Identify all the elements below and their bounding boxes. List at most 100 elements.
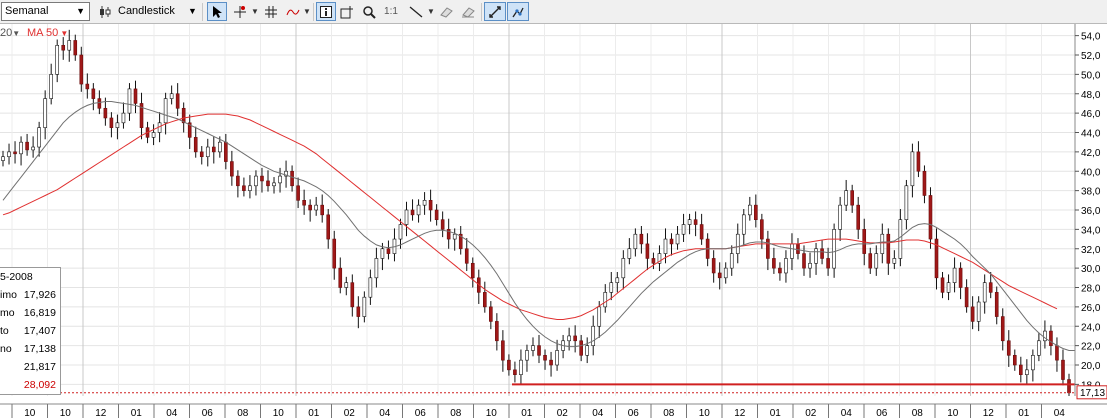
add-chart-icon[interactable] (338, 2, 356, 21)
chevron-down-icon[interactable]: ▼ (250, 2, 260, 21)
candle-body (868, 253, 873, 269)
ma50-legend[interactable]: MA 50 ▼ (27, 27, 68, 39)
candle-body (615, 277, 620, 283)
candle-body (850, 190, 854, 206)
candle-body (525, 350, 529, 361)
candle-body (175, 93, 180, 109)
eraser-icon[interactable] (437, 2, 455, 21)
line-draw-icon[interactable] (406, 2, 426, 21)
candle-body (43, 98, 47, 128)
candle-body (627, 248, 632, 259)
chevron-down-icon: ▼ (58, 29, 69, 38)
candle-body (302, 200, 306, 206)
chart-type-select[interactable]: Candlestick ▼ (118, 2, 200, 21)
candle-body (1012, 355, 1017, 366)
candle-body (633, 233, 638, 250)
chart-type-label: Candlestick (118, 5, 175, 17)
candle-body (603, 292, 608, 308)
x-tick-label: 08 (912, 408, 924, 418)
candle-body (772, 258, 776, 269)
ohlc-info-panel: 5-2008 imo 17,926 mo 16,819 to 17,407 no… (0, 267, 61, 395)
grid-icon[interactable] (262, 2, 280, 21)
x-tick-label: 02 (557, 408, 569, 418)
x-tick-label: 08 (663, 408, 675, 418)
info-icon[interactable] (316, 2, 336, 21)
candle-body (796, 243, 800, 254)
ma20-legend[interactable]: 20▼ (0, 27, 20, 39)
candle-body (988, 282, 993, 293)
candle-body (31, 146, 35, 151)
info-row: to 17,407 (0, 323, 58, 339)
x-tick-label: 02 (805, 408, 817, 418)
ma20-label: 20 (0, 27, 13, 39)
x-tick-label: 01 (521, 408, 533, 418)
y-tick-label: 28,0 (1081, 284, 1101, 295)
candle-body (278, 175, 282, 184)
candle-body (193, 137, 198, 153)
candle-body (85, 83, 90, 90)
info-value: 21,817 (23, 361, 56, 373)
candle-body (1031, 355, 1035, 371)
candle-body (452, 233, 457, 240)
candle-body (1000, 316, 1005, 342)
candle-body (489, 306, 493, 322)
price-chart[interactable]: 54,0 52,0 50,0 48,0 46,0 44,0 42,0 40,0 38,0 36,0… (0, 24, 1107, 418)
candle-body (687, 219, 692, 225)
x-tick-label: 06 (876, 408, 888, 418)
candle-body (802, 253, 806, 269)
candle-body (555, 350, 559, 366)
x-tick-label: 08 (450, 408, 462, 418)
candle-body (639, 233, 644, 245)
candle-body (609, 282, 614, 293)
y-tick-label: 52,0 (1081, 51, 1101, 62)
candle-body (729, 253, 734, 269)
x-tick-label: 10 (699, 408, 711, 418)
crosshair-icon[interactable] (230, 2, 250, 21)
y-tick-label: 44,0 (1081, 129, 1101, 140)
info-label: no (0, 343, 12, 355)
y-tick-label: 42,0 (1081, 148, 1101, 159)
candle-body (904, 185, 909, 220)
candle-body (567, 335, 571, 342)
candle-body (928, 195, 933, 240)
x-tick-label: 04 (592, 408, 604, 418)
candle-body (910, 151, 915, 187)
last-price-text: 17,13 (1080, 388, 1105, 399)
y-tick-label: 22,0 (1081, 342, 1101, 353)
candle-body (326, 214, 331, 240)
candle-body (362, 296, 367, 317)
chevron-down-icon[interactable]: ▼ (302, 2, 312, 21)
toolbar: Semanal ▼ Candlestick ▼ ▼ ▼ 1:1 ▼ (0, 0, 1107, 24)
snap-icon[interactable] (507, 2, 529, 21)
y-tick-label: 48,0 (1081, 90, 1101, 101)
chevron-down-icon[interactable]: ▼ (426, 2, 436, 21)
candle-body (922, 170, 927, 196)
price-axis: 54,0 52,0 50,0 48,0 46,0 44,0 42,0 40,0 38,0 36,0… (1074, 24, 1107, 418)
period-select[interactable]: Semanal ▼ (1, 2, 90, 21)
candle-body (308, 204, 312, 211)
pointer-icon[interactable] (207, 2, 227, 21)
candle-body (236, 175, 240, 187)
zoom-icon[interactable] (360, 2, 378, 21)
candle-body (332, 238, 337, 269)
candle-body (344, 282, 349, 288)
price-axis-bg (1075, 24, 1107, 418)
erase-all-icon[interactable] (459, 2, 477, 21)
ma50-label: MA 50 (27, 27, 59, 39)
candle-body (784, 258, 788, 274)
candle-body (1043, 330, 1047, 342)
candle-body (892, 258, 897, 264)
indicator-icon[interactable] (284, 2, 302, 21)
time-axis: 10 10 12 01 04 06 08 10 01 02 04 06 08 10 01 02 04 06 08 10… (0, 396, 1107, 418)
candle-body (37, 127, 41, 148)
candle-body (13, 151, 17, 155)
candle-body (874, 253, 879, 269)
autoscale-icon[interactable] (484, 2, 506, 21)
candle-body (1037, 340, 1041, 356)
zoom-1to1-icon[interactable]: 1:1 (380, 2, 402, 21)
candle-body (886, 233, 891, 264)
x-tick-label: 04 (841, 408, 853, 418)
candle-body (1055, 345, 1059, 361)
candle-body (1, 156, 5, 161)
candle-body (790, 243, 794, 259)
